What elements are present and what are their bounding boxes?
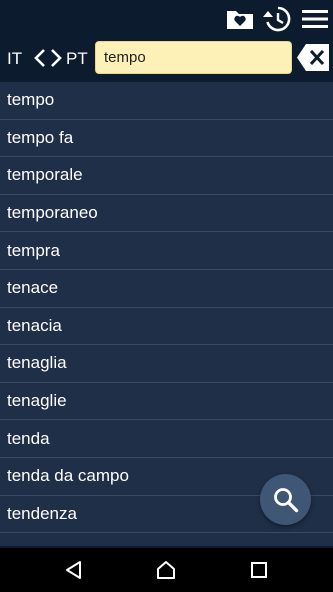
top-toolbar (0, 0, 333, 38)
recent-apps-icon[interactable] (239, 556, 279, 584)
list-item[interactable]: tempo (0, 82, 333, 120)
swap-languages-icon[interactable] (33, 46, 63, 70)
list-item[interactable]: tenacia (0, 308, 333, 346)
menu-icon[interactable] (300, 5, 330, 33)
list-item[interactable]: tempo fa (0, 120, 333, 158)
source-language-label[interactable]: IT (7, 49, 22, 69)
search-row: IT PT (0, 38, 333, 80)
list-item[interactable]: tempra (0, 232, 333, 270)
list-item[interactable]: tenace (0, 270, 333, 308)
list-item[interactable]: temporaneo (0, 195, 333, 233)
list-item[interactable]: temporale (0, 157, 333, 195)
home-icon[interactable] (146, 556, 186, 584)
clear-search-button[interactable] (296, 42, 331, 73)
system-nav-bar (0, 548, 333, 592)
list-item[interactable] (0, 533, 333, 546)
backspace-clear-icon (297, 44, 329, 71)
search-icon (273, 487, 298, 512)
favorites-folder-icon[interactable] (225, 5, 255, 33)
list-item[interactable]: tenaglie (0, 383, 333, 421)
search-input[interactable] (95, 41, 292, 74)
target-language-label[interactable]: PT (66, 49, 88, 69)
list-item[interactable]: tenaglia (0, 345, 333, 383)
list-item[interactable]: tenda (0, 420, 333, 458)
history-icon[interactable] (262, 5, 292, 33)
search-button[interactable] (260, 474, 311, 525)
back-icon[interactable] (54, 556, 94, 584)
